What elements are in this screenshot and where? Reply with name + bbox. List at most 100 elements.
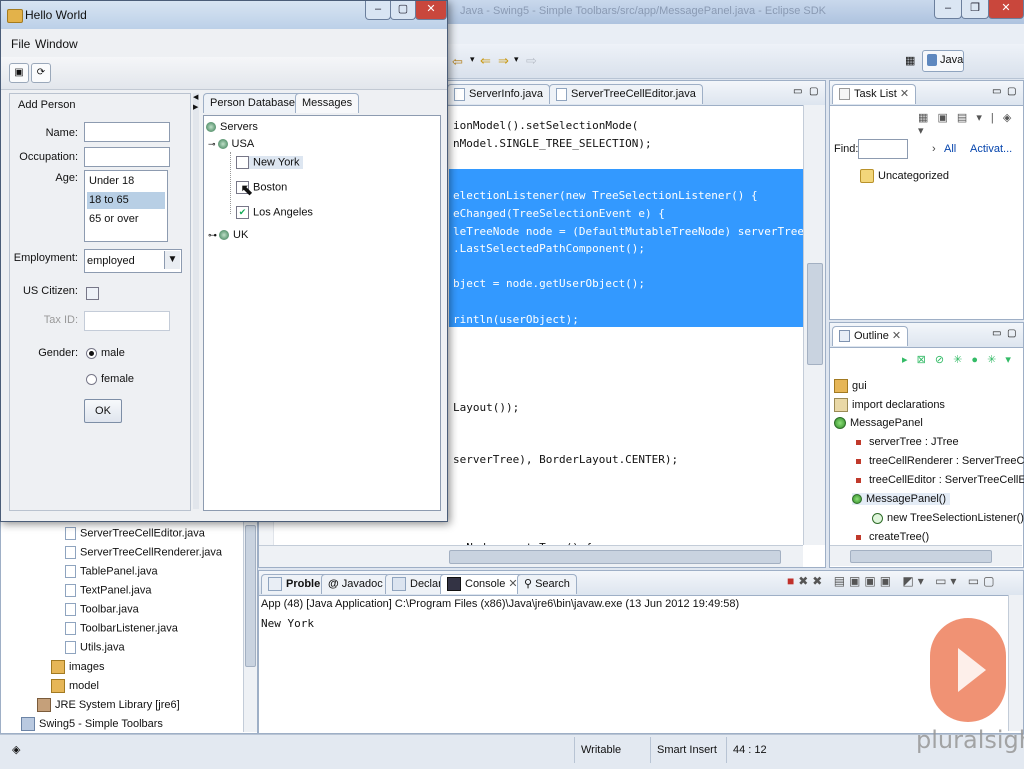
pkg-vscrollbar[interactable] (243, 521, 257, 732)
hello-close-button[interactable]: ✕ (415, 1, 447, 20)
outline-item-servertree[interactable]: serverTree : JTree (854, 436, 959, 448)
private-field-icon (856, 458, 861, 464)
task-toolbar-icons[interactable]: ▦ ▣ ▤ ▾ | ◈ ▾ (918, 111, 1018, 137)
java-perspective-button[interactable]: Java (922, 50, 964, 72)
menu-window[interactable]: Window (35, 37, 78, 51)
tree-node-servers[interactable]: Servers (206, 121, 258, 133)
minimize-view-icon[interactable]: ▭ (992, 86, 1001, 97)
age-option-18-to-65[interactable]: 18 to 65 (87, 192, 165, 209)
outline-item-imports[interactable]: import declarations (834, 398, 945, 412)
new-york-checkbox[interactable] (236, 156, 249, 169)
maximize-view-icon[interactable]: ▢ (1007, 86, 1016, 97)
scroll-thumb[interactable] (245, 525, 256, 667)
female-radio[interactable]: female (86, 373, 134, 385)
uncategorized-item[interactable]: Uncategorized (860, 169, 949, 183)
minimize-view-icon[interactable]: ▭ (793, 86, 802, 97)
hscroll-thumb[interactable] (850, 550, 992, 563)
outline-item-editor[interactable]: treeCellEditor : ServerTreeCellEditor (854, 474, 1024, 486)
outline-item-listener[interactable]: new TreeSelectionListener() {...} (872, 512, 1024, 524)
outline-item-createtree[interactable]: createTree() (854, 531, 929, 543)
split-divider[interactable]: ◀ ▶ (193, 93, 199, 509)
pkg-file-servertreecellrenderer[interactable]: ServerTreeCellRenderer.java (65, 546, 222, 559)
dropdown-icon-2[interactable]: ▾ (514, 54, 519, 65)
console-vscrollbar[interactable] (1008, 595, 1023, 731)
tab-person-database[interactable]: Person Database (203, 93, 302, 113)
tab-console[interactable]: Console ✕ (440, 574, 525, 594)
name-field[interactable] (84, 122, 170, 142)
minimize-button[interactable]: – (934, 0, 962, 19)
outline-item-renderer[interactable]: treeCellRenderer : ServerTreeCellRenc (854, 455, 1024, 467)
activate-link[interactable]: Activat... (970, 143, 1012, 155)
fast-view-icon[interactable]: ◈ (12, 743, 20, 756)
ok-button[interactable]: OK (84, 399, 122, 423)
tax-id-field[interactable] (84, 311, 170, 331)
age-list[interactable]: Under 18 18 to 65 65 or over (84, 170, 168, 242)
tab-outline[interactable]: Outline ✕ (832, 326, 909, 346)
outline-toolbar-icons[interactable]: ▸ ⊠ ⊘ ✳ ● ✳ ▾ (902, 353, 1020, 369)
us-citizen-checkbox[interactable] (86, 287, 103, 300)
tree-node-usa[interactable]: ⊸ USA (208, 138, 254, 150)
outline-item-gui[interactable]: gui (834, 379, 867, 393)
pkg-file-toolbarlistener[interactable]: ToolbarListener.java (65, 622, 178, 635)
pkg-images[interactable]: images (51, 660, 104, 674)
find-input[interactable] (858, 139, 908, 159)
collapse-right-icon[interactable]: ▶ (193, 103, 198, 111)
combo-arrow-icon[interactable]: ▼ (164, 251, 180, 269)
tab-messages[interactable]: Messages (295, 93, 360, 113)
male-radio[interactable]: male (86, 347, 125, 359)
maximize-view-icon[interactable]: ▢ (809, 86, 818, 97)
pkg-file-tablepanel[interactable]: TablePanel.java (65, 565, 158, 578)
pkg-file-textpanel[interactable]: TextPanel.java (65, 584, 152, 597)
nav-prev-icon[interactable]: ⇐ (480, 53, 491, 69)
tab-javadoc[interactable]: @ Javadoc (321, 574, 390, 594)
nav-next-icon[interactable]: ⇒ (498, 53, 509, 69)
age-option-under-18[interactable]: Under 18 (87, 173, 165, 190)
outline-item-constructor[interactable]: MessagePanel() (852, 493, 951, 505)
save-icon[interactable]: ▣ (9, 63, 29, 83)
all-link[interactable]: All (944, 143, 956, 155)
collapse-left-icon[interactable]: ◀ (193, 93, 198, 101)
pkg-file-utils[interactable]: Utils.java (65, 641, 125, 654)
hello-maximize-button[interactable]: ▢ (390, 1, 416, 20)
refresh-icon[interactable]: ⟳ (31, 63, 51, 83)
expand-open-icon[interactable]: ⊸ (208, 139, 216, 149)
tree-node-new-york[interactable]: New York (236, 156, 304, 169)
los-angeles-checkbox[interactable]: ✔ (236, 206, 249, 219)
tab-search[interactable]: ⚲ Search (517, 574, 577, 594)
dropdown-icon[interactable]: ▾ (470, 54, 475, 65)
pkg-model[interactable]: model (51, 679, 99, 693)
pkg-jre[interactable]: JRE System Library [jre6] (37, 698, 180, 712)
occupation-field[interactable] (84, 147, 170, 167)
pkg-file-toolbar[interactable]: Toolbar.java (65, 603, 139, 616)
nav-back-icon[interactable]: ⇦ (452, 54, 463, 70)
scroll-thumb[interactable] (807, 263, 823, 365)
minimize-view-icon[interactable]: ▭ (992, 328, 1001, 339)
console-toolbar-icons[interactable]: ■✖✖ ▤▣▣▣ ◩▾ ▭▾ ▭▢ (787, 574, 1017, 592)
open-perspective-icon[interactable]: ▦ (905, 54, 915, 67)
editor-hscrollbar[interactable] (259, 545, 803, 567)
maximize-view-icon[interactable]: ▢ (1007, 328, 1016, 339)
employment-combo[interactable]: employed ▼ (84, 249, 182, 273)
tab-servertreecelleditor[interactable]: ServerTreeCellEditor.java (549, 84, 703, 104)
tree-node-uk[interactable]: ⊶ UK (208, 229, 248, 241)
outline-item-messagepanel[interactable]: MessagePanel (834, 417, 923, 430)
outline-hscrollbar[interactable] (830, 545, 1022, 566)
close-button[interactable]: ✕ (988, 0, 1024, 19)
tab-serverinfo[interactable]: ServerInfo.java (447, 84, 550, 104)
tab-task-list[interactable]: Task List ✕ (832, 84, 917, 104)
age-option-65-or-over[interactable]: 65 or over (87, 211, 165, 228)
tree-node-los-angeles[interactable]: ✔ Los Angeles (236, 206, 313, 219)
expand-closed-icon[interactable]: ⊶ (208, 230, 217, 240)
hscroll-thumb[interactable] (449, 550, 781, 564)
pkg-project[interactable]: Swing5 - Simple Toolbars (21, 717, 163, 731)
maximize-button[interactable]: ❐ (961, 0, 989, 19)
menu-file[interactable]: File (11, 37, 30, 51)
hello-minimize-button[interactable]: – (365, 1, 391, 20)
find-arrow-icon[interactable]: › (932, 143, 936, 155)
pkg-file-servertreecelleditor[interactable]: ServerTreeCellEditor.java (65, 527, 205, 540)
add-person-panel: Add Person Name: Occupation: Age: Under … (9, 93, 191, 511)
editor-vscrollbar[interactable] (803, 105, 825, 545)
